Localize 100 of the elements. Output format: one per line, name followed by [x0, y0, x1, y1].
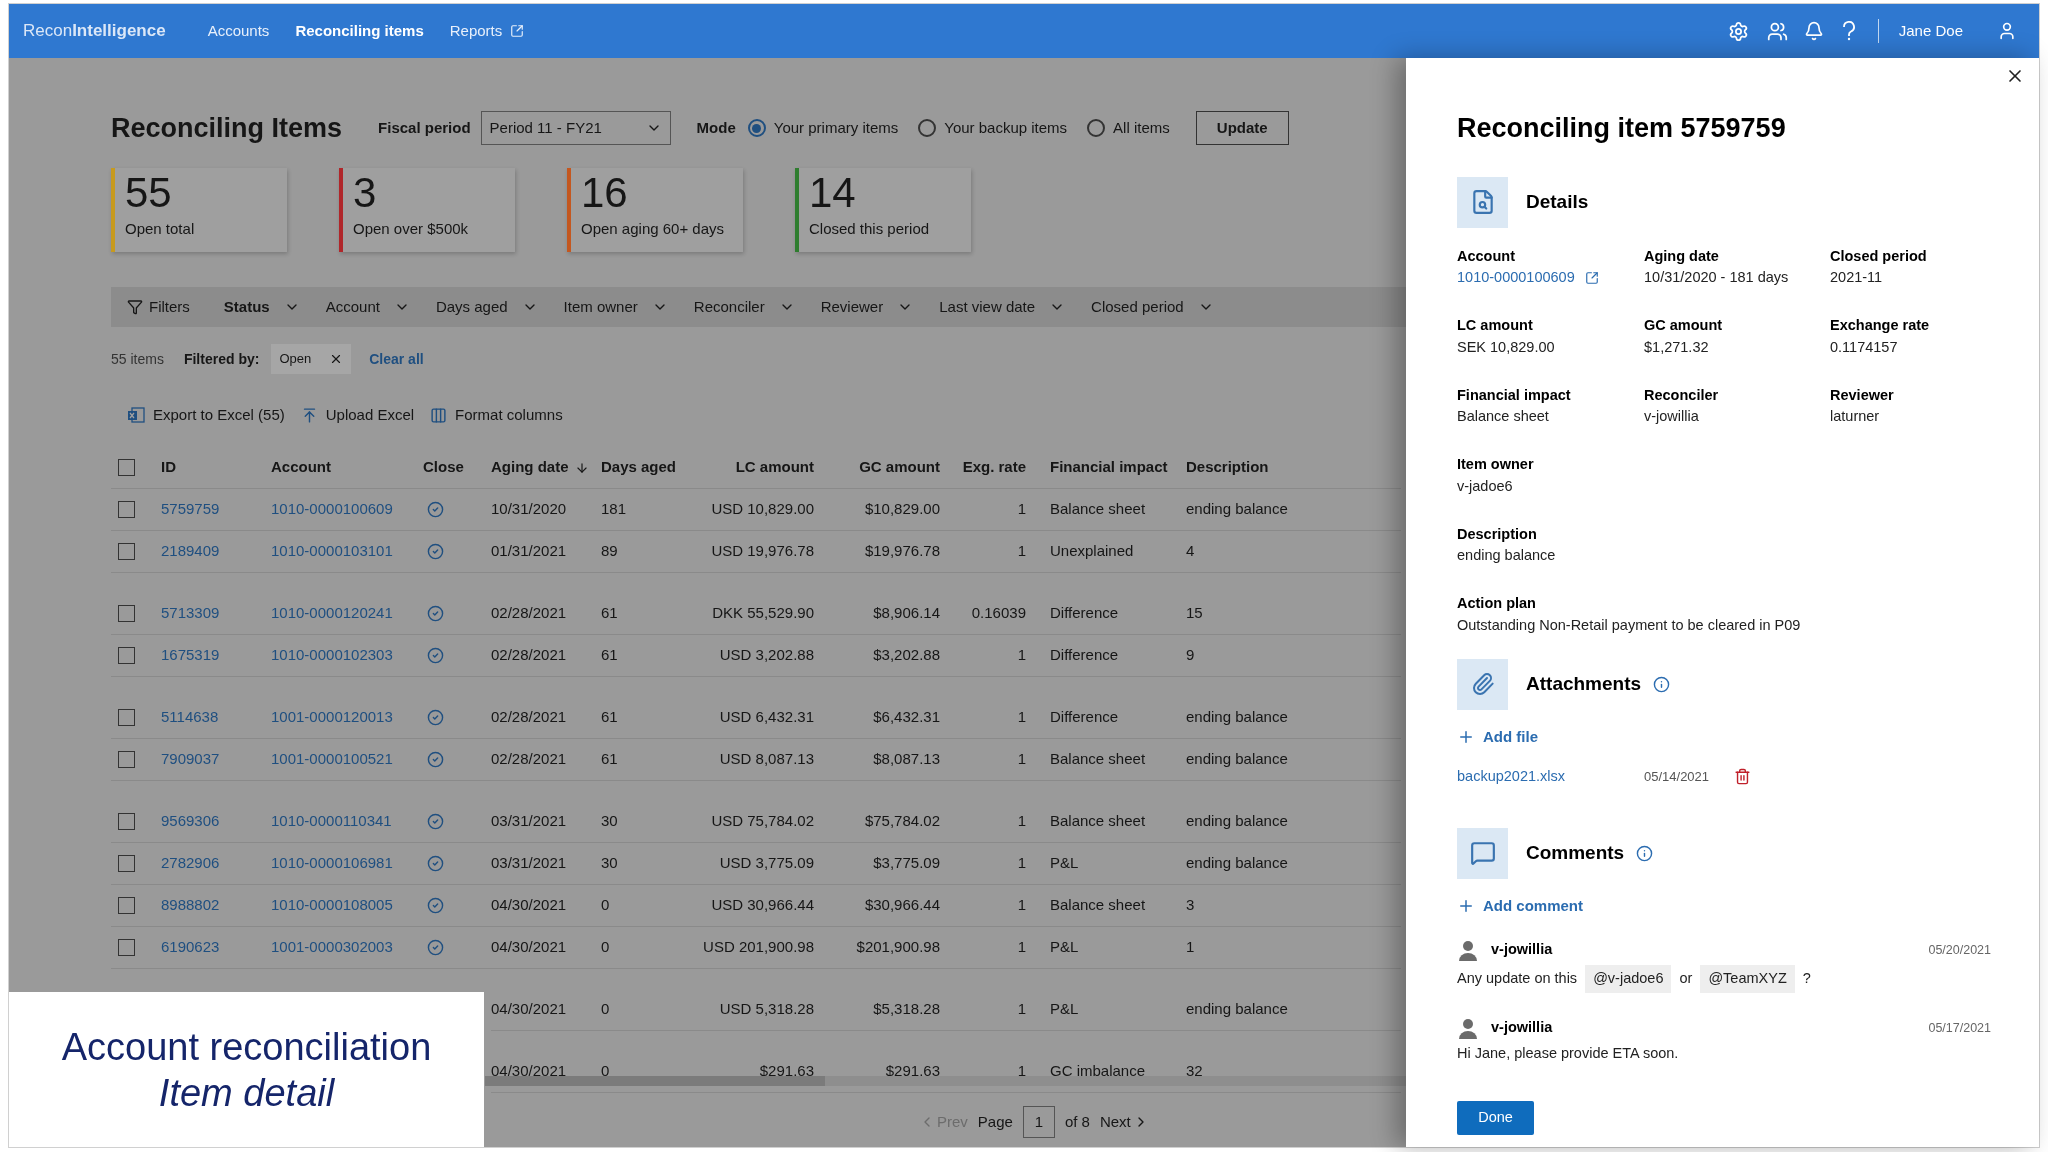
update-button[interactable]: Update: [1195, 111, 1289, 145]
item-id-link[interactable]: 5759759: [161, 498, 220, 521]
help-icon[interactable]: [1841, 21, 1856, 41]
column-header[interactable]: ID: [161, 456, 176, 479]
nav-link[interactable]: Accounts: [207, 19, 270, 43]
column-header[interactable]: Financial impact: [1050, 456, 1168, 479]
mode-radio[interactable]: Your backup items: [918, 116, 1068, 140]
fiscal-period-dropdown[interactable]: Period 11 - FY21: [480, 111, 671, 145]
user-name[interactable]: Jane Doe: [1898, 19, 1963, 43]
check-circle-icon[interactable]: [427, 813, 444, 830]
info-icon[interactable]: [1636, 844, 1654, 862]
item-id-link[interactable]: 2189409: [161, 540, 220, 563]
filter-dropdown[interactable]: Reviewer: [820, 295, 914, 319]
external-link-icon[interactable]: [1584, 271, 1599, 286]
row-checkbox[interactable]: [118, 939, 135, 956]
select-all-checkbox[interactable]: [118, 459, 135, 476]
table-row[interactable]: 5114638 1001-0000120013 02/28/2021 61 USD 6,432.31 $6,432.31 1 Difference ending balance: [111, 677, 1401, 739]
account-link[interactable]: 1001-0000302003: [271, 936, 393, 959]
account-link[interactable]: 1010-0000100609: [271, 498, 393, 521]
item-id-link[interactable]: 2782906: [161, 852, 220, 875]
row-checkbox[interactable]: [118, 897, 135, 914]
notification-icon[interactable]: [1803, 21, 1824, 41]
row-checkbox[interactable]: [118, 605, 135, 622]
page-number-field[interactable]: 1: [1022, 1106, 1055, 1138]
toolbar-button[interactable]: Format columns: [430, 403, 563, 427]
account-link[interactable]: 1010-0000103101: [271, 540, 393, 563]
filter-dropdown[interactable]: Reconciler: [693, 295, 795, 319]
filter-dropdown[interactable]: Status: [223, 295, 300, 319]
table-row[interactable]: 7909037 1001-0000100521 02/28/2021 61 USD 8,087.13 $8,087.13 1 Balance sheet ending balance: [111, 739, 1401, 781]
check-circle-icon[interactable]: [427, 647, 444, 664]
done-button[interactable]: Done: [1457, 1100, 1534, 1135]
mention-tag[interactable]: @TeamXYZ: [1700, 965, 1795, 993]
scrollbar-thumb[interactable]: [485, 1076, 825, 1086]
filter-dropdown[interactable]: Closed period: [1091, 295, 1214, 319]
delete-icon[interactable]: [1734, 768, 1751, 786]
check-circle-icon[interactable]: [427, 751, 444, 768]
table-row[interactable]: 6190623 1001-0000302003 04/30/2021 0 USD 201,900.98 $201,900.98 1 P&L 1: [111, 927, 1401, 969]
column-header[interactable]: Close: [423, 456, 464, 479]
table-row[interactable]: 5759759 1010-0000100609 10/31/2020 181 USD 10,829.00 $10,829.00 1 Balance sheet ending balance: [111, 489, 1401, 531]
table-row[interactable]: 5713309 1010-0000120241 02/28/2021 61 DKK 55,529.90 $8,906.14 0.16039 Difference 15: [111, 573, 1401, 635]
item-id-link[interactable]: 1675319: [161, 644, 220, 667]
check-circle-icon[interactable]: [427, 855, 444, 872]
clear-all-link[interactable]: Clear all: [369, 348, 424, 370]
row-checkbox[interactable]: [118, 709, 135, 726]
check-circle-icon[interactable]: [427, 897, 444, 914]
row-checkbox[interactable]: [118, 813, 135, 830]
add-comment-button[interactable]: Add comment: [1457, 894, 1583, 918]
column-header[interactable]: Aging date: [491, 456, 589, 479]
check-circle-icon[interactable]: [427, 605, 444, 622]
settings-icon[interactable]: [1727, 20, 1749, 42]
check-circle-icon[interactable]: [427, 501, 444, 518]
column-header[interactable]: Description: [1186, 456, 1269, 479]
account-link[interactable]: 1010-0000106981: [271, 852, 393, 875]
filter-dropdown[interactable]: Days aged: [435, 295, 538, 319]
item-id-link[interactable]: 7909037: [161, 748, 220, 771]
next-page-button[interactable]: Next: [1099, 1110, 1149, 1134]
filter-dropdown[interactable]: Last view date: [939, 295, 1066, 319]
mode-radio[interactable]: Your primary items: [747, 116, 899, 140]
item-id-link[interactable]: 5114638: [161, 706, 219, 729]
check-circle-icon[interactable]: [427, 709, 444, 726]
info-icon[interactable]: [1653, 675, 1671, 693]
mode-radio[interactable]: All items: [1087, 116, 1170, 140]
row-checkbox[interactable]: [118, 543, 135, 560]
nav-link[interactable]: Reconciling items: [295, 19, 424, 43]
account-link[interactable]: 1010-0000120241: [271, 602, 393, 625]
people-icon[interactable]: [1766, 20, 1788, 42]
column-header[interactable]: GC amount: [859, 456, 940, 479]
mention-tag[interactable]: @v-jadoe6: [1585, 965, 1672, 993]
attachment-link[interactable]: backup2021.xlsx: [1457, 766, 1644, 788]
add-file-button[interactable]: Add file: [1457, 725, 1538, 748]
account-link[interactable]: 1010-0000108005: [271, 894, 393, 917]
filters-button[interactable]: Filters: [127, 295, 190, 319]
row-checkbox[interactable]: [118, 501, 135, 518]
filter-dropdown[interactable]: Account: [325, 295, 410, 319]
table-row[interactable]: 8988802 1010-0000108005 04/30/2021 0 USD 30,966.44 $30,966.44 1 Balance sheet 3: [111, 885, 1401, 927]
item-id-link[interactable]: 9569306: [161, 810, 220, 833]
filter-dropdown[interactable]: Item owner: [563, 295, 668, 319]
account-link[interactable]: 1010-0000102303: [271, 644, 393, 667]
check-circle-icon[interactable]: [427, 939, 444, 956]
account-link[interactable]: 1001-0000100521: [271, 748, 393, 771]
item-id-link[interactable]: 5713309: [161, 602, 220, 625]
item-id-link[interactable]: 6190623: [161, 936, 220, 959]
check-circle-icon[interactable]: [427, 543, 444, 560]
filter-chip[interactable]: Open: [271, 344, 352, 374]
table-row[interactable]: 2782906 1010-0000106981 03/31/2021 30 USD 3,775.09 $3,775.09 1 P&L ending balance: [111, 843, 1401, 885]
row-checkbox[interactable]: [118, 647, 135, 664]
table-row[interactable]: 1675319 1010-0000102303 02/28/2021 61 USD 3,202.88 $3,202.88 1 Difference 9: [111, 635, 1401, 677]
user-icon[interactable]: [1997, 21, 2017, 41]
toolbar-button[interactable]: Export to Excel (55): [127, 403, 285, 427]
table-row[interactable]: 2189409 1010-0000103101 01/31/2021 89 USD 19,976.78 $19,976.78 1 Unexplained 4: [111, 531, 1401, 573]
table-row[interactable]: 04/30/2021 0 USD 5,318.28 $5,318.28 1 P&L ending balance: [491, 989, 1401, 1031]
table-row[interactable]: 9569306 1010-0000110341 03/31/2021 30 USD 75,784.02 $75,784.02 1 Balance sheet ending balance: [111, 781, 1401, 843]
toolbar-button[interactable]: Upload Excel: [300, 403, 415, 427]
column-header[interactable]: LC amount: [735, 456, 814, 479]
column-header[interactable]: Exg. rate: [962, 456, 1026, 479]
row-checkbox[interactable]: [118, 855, 135, 872]
column-header[interactable]: Days aged: [601, 456, 677, 479]
item-id-link[interactable]: 8988802: [161, 894, 220, 917]
account-link[interactable]: 1001-0000120013: [271, 706, 393, 729]
account-link[interactable]: 1010-0000100609: [1457, 267, 1575, 289]
